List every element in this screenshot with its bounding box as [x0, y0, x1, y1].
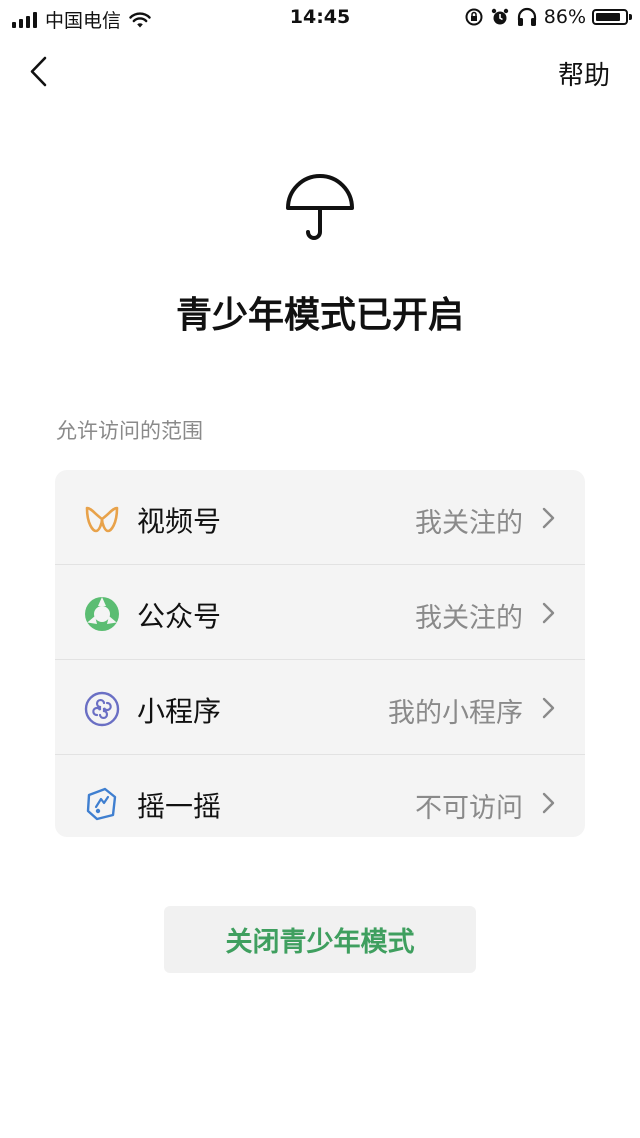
section-label: 允许访问的范围	[56, 419, 203, 443]
alarm-icon	[491, 8, 508, 25]
shake-icon	[86, 787, 117, 821]
chevron-left-icon	[30, 56, 47, 87]
list-item-value: 我的小程序	[388, 698, 523, 729]
battery-percent: 86%	[543, 6, 586, 28]
help-button[interactable]: 帮助	[558, 55, 610, 92]
list-item-channels[interactable]: 视频号 我关注的	[55, 470, 585, 565]
list-item-value: 我关注的	[415, 508, 523, 539]
list-item-official-accounts[interactable]: 公众号 我关注的	[55, 565, 585, 660]
list-item-value: 不可访问	[415, 793, 523, 824]
access-scope-list: 视频号 我关注的 公众号 我关注的 小程序 我的小程序 摇一摇 不可访问	[55, 470, 585, 837]
page-title: 青少年模式已开启	[175, 295, 464, 336]
back-button[interactable]	[22, 54, 58, 90]
status-bar: 中国电信 14:45 86%	[0, 0, 640, 36]
chevron-right-icon	[542, 507, 555, 529]
close-teen-mode-button[interactable]: 关闭青少年模式	[164, 906, 476, 973]
orientation-lock-icon	[465, 8, 483, 26]
list-item-shake[interactable]: 摇一摇 不可访问	[55, 755, 585, 837]
official-accounts-icon	[85, 597, 119, 631]
list-item-label: 公众号	[137, 600, 222, 633]
chevron-right-icon	[542, 792, 555, 814]
umbrella-icon	[286, 174, 354, 240]
list-item-label: 摇一摇	[137, 790, 222, 823]
list-item-value: 我关注的	[415, 603, 523, 634]
channels-icon	[85, 506, 119, 533]
chevron-right-icon	[542, 602, 555, 624]
battery-icon	[592, 9, 632, 25]
list-item-label: 小程序	[137, 695, 222, 728]
mini-program-icon	[84, 691, 120, 727]
headphones-icon	[517, 7, 536, 26]
battery-level	[596, 13, 620, 21]
chevron-right-icon	[542, 697, 555, 719]
list-item-label: 视频号	[137, 505, 222, 538]
list-item-mini-programs[interactable]: 小程序 我的小程序	[55, 660, 585, 755]
